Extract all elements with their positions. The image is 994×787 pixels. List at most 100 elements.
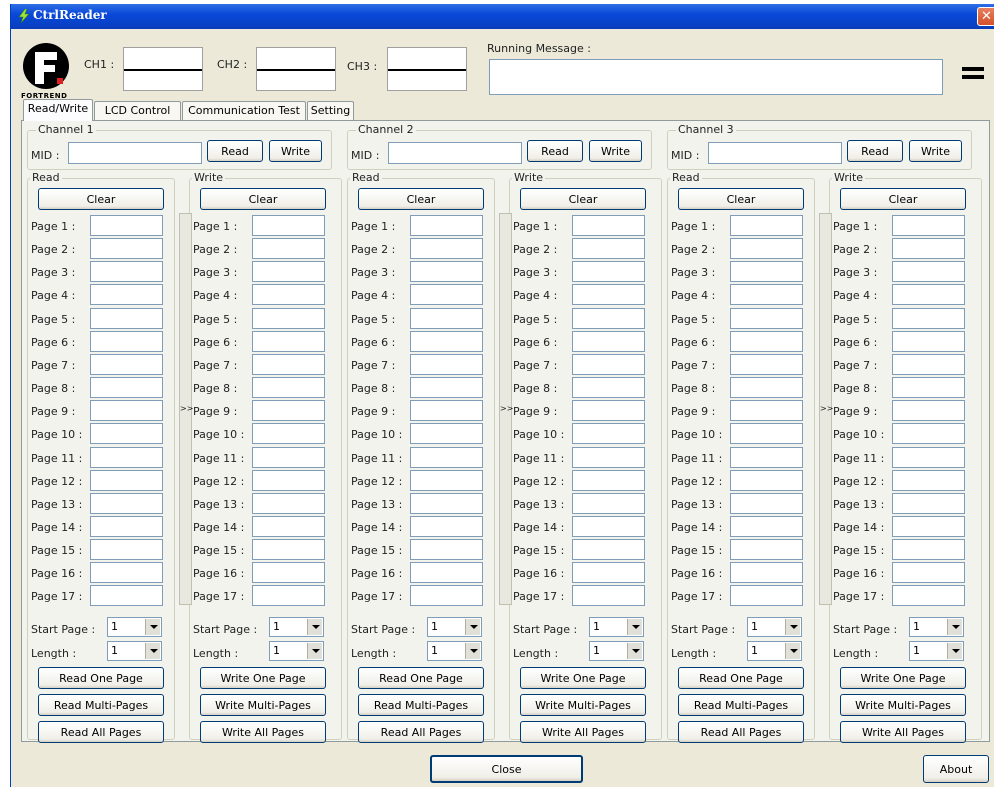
- chevron-down-icon[interactable]: [145, 643, 160, 659]
- channel-3-write-start-page-select[interactable]: 1: [909, 617, 964, 637]
- channel-3-read-page-6-input[interactable]: [730, 330, 803, 352]
- channel-1-read-page-11-input[interactable]: [90, 446, 163, 468]
- channel-1-write-length-select[interactable]: 1: [269, 641, 324, 661]
- channel-1-write-page-11-input[interactable]: [252, 446, 325, 468]
- channel-3-read-one-button[interactable]: Read One Page: [678, 667, 804, 689]
- channel-1-write-page-4-input[interactable]: [252, 284, 325, 306]
- channel-1-read-length-select[interactable]: 1: [107, 641, 162, 661]
- chevron-down-icon[interactable]: [627, 643, 642, 659]
- close-button[interactable]: Close: [430, 755, 583, 783]
- channel-2-read-multi-button[interactable]: Read Multi-Pages: [358, 694, 484, 716]
- channel-3-write-button[interactable]: Write: [909, 140, 962, 162]
- chevron-down-icon[interactable]: [947, 643, 962, 659]
- channel-1-read-page-5-input[interactable]: [90, 307, 163, 329]
- channel-2-write-page-1-input[interactable]: [572, 215, 645, 236]
- channel-1-read-page-3-input[interactable]: [90, 261, 163, 283]
- channel-2-write-page-5-input[interactable]: [572, 307, 645, 329]
- channel-1-read-page-8-input[interactable]: [90, 377, 163, 399]
- chevron-down-icon[interactable]: [307, 619, 322, 635]
- channel-1-read-clear-button[interactable]: Clear: [38, 188, 164, 210]
- channel-3-read-all-button[interactable]: Read All Pages: [678, 721, 804, 743]
- chevron-down-icon[interactable]: [627, 619, 642, 635]
- menu-icon[interactable]: [962, 67, 984, 79]
- channel-2-write-page-15-input[interactable]: [572, 539, 645, 561]
- channel-1-read-start-page-select[interactable]: 1: [107, 617, 162, 637]
- channel-1-write-page-9-input[interactable]: [252, 400, 325, 422]
- channel-2-read-page-13-input[interactable]: [410, 492, 483, 514]
- channel-2-write-page-11-input[interactable]: [572, 446, 645, 468]
- channel-1-read-multi-button[interactable]: Read Multi-Pages: [38, 694, 164, 716]
- channel-1-write-multi-button[interactable]: Write Multi-Pages: [200, 694, 326, 716]
- channel-2-read-clear-button[interactable]: Clear: [358, 188, 484, 210]
- channel-1-write-start-page-select[interactable]: 1: [269, 617, 324, 637]
- about-button[interactable]: About: [923, 755, 989, 783]
- channel-3-write-page-10-input[interactable]: [892, 423, 965, 445]
- channel-3-write-clear-button[interactable]: Clear: [840, 188, 966, 210]
- channel-2-read-page-6-input[interactable]: [410, 330, 483, 352]
- channel-1-read-page-14-input[interactable]: [90, 515, 163, 537]
- channel-3-write-page-15-input[interactable]: [892, 539, 965, 561]
- channel-2-read-page-11-input[interactable]: [410, 446, 483, 468]
- channel-1-write-page-2-input[interactable]: [252, 238, 325, 260]
- channel-3-read-page-7-input[interactable]: [730, 353, 803, 375]
- channel-1-write-clear-button[interactable]: Clear: [200, 188, 326, 210]
- channel-2-read-page-1-input[interactable]: [410, 215, 483, 236]
- chevron-down-icon[interactable]: [785, 619, 800, 635]
- channel-2-read-one-button[interactable]: Read One Page: [358, 667, 484, 689]
- channel-2-write-page-7-input[interactable]: [572, 353, 645, 375]
- title-bar[interactable]: CtrlReader ✕: [11, 4, 994, 29]
- channel-2-read-page-9-input[interactable]: [410, 400, 483, 422]
- channel-3-write-page-17-input[interactable]: [892, 585, 965, 607]
- channel-3-read-button[interactable]: Read: [847, 140, 903, 162]
- channel-2-write-multi-button[interactable]: Write Multi-Pages: [520, 694, 646, 716]
- channel-1-write-page-5-input[interactable]: [252, 307, 325, 329]
- channel-2-write-page-10-input[interactable]: [572, 423, 645, 445]
- channel-1-read-page-17-input[interactable]: [90, 585, 163, 607]
- channel-3-write-page-11-input[interactable]: [892, 446, 965, 468]
- channel-3-write-page-9-input[interactable]: [892, 400, 965, 422]
- channel-3-read-page-3-input[interactable]: [730, 261, 803, 283]
- channel-1-read-page-4-input[interactable]: [90, 284, 163, 306]
- channel-3-read-page-8-input[interactable]: [730, 377, 803, 399]
- channel-1-read-page-13-input[interactable]: [90, 492, 163, 514]
- channel-2-write-button[interactable]: Write: [589, 140, 642, 162]
- channel-3-write-page-12-input[interactable]: [892, 469, 965, 491]
- channel-2-write-page-12-input[interactable]: [572, 469, 645, 491]
- channel-3-write-length-select[interactable]: 1: [909, 641, 964, 661]
- channel-1-read-page-9-input[interactable]: [90, 400, 163, 422]
- channel-2-read-start-page-select[interactable]: 1: [427, 617, 482, 637]
- channel-2-read-page-10-input[interactable]: [410, 423, 483, 445]
- channel-2-read-page-7-input[interactable]: [410, 353, 483, 375]
- channel-2-read-button[interactable]: Read: [527, 140, 583, 162]
- channel-1-read-all-button[interactable]: Read All Pages: [38, 721, 164, 743]
- channel-2-write-page-3-input[interactable]: [572, 261, 645, 283]
- channel-3-write-page-14-input[interactable]: [892, 515, 965, 537]
- channel-1-write-page-10-input[interactable]: [252, 423, 325, 445]
- channel-1-read-button[interactable]: Read: [207, 140, 263, 162]
- chevron-down-icon[interactable]: [465, 619, 480, 635]
- channel-2-read-page-2-input[interactable]: [410, 238, 483, 260]
- channel-1-read-page-10-input[interactable]: [90, 423, 163, 445]
- channel-2-write-page-17-input[interactable]: [572, 585, 645, 607]
- tab-communication-test[interactable]: Communication Test: [182, 101, 306, 120]
- channel-2-write-length-select[interactable]: 1: [589, 641, 644, 661]
- channel-1-write-page-6-input[interactable]: [252, 330, 325, 352]
- channel-2-write-clear-button[interactable]: Clear: [520, 188, 646, 210]
- channel-1-read-page-12-input[interactable]: [90, 469, 163, 491]
- tab-read-write[interactable]: Read/Write: [23, 99, 93, 121]
- channel-2-read-page-5-input[interactable]: [410, 307, 483, 329]
- channel-2-write-page-13-input[interactable]: [572, 492, 645, 514]
- chevron-down-icon[interactable]: [465, 643, 480, 659]
- channel-3-read-clear-button[interactable]: Clear: [678, 188, 804, 210]
- channel-3-write-page-13-input[interactable]: [892, 492, 965, 514]
- channel-2-write-page-8-input[interactable]: [572, 377, 645, 399]
- channel-1-write-page-16-input[interactable]: [252, 562, 325, 584]
- channel-2-write-page-2-input[interactable]: [572, 238, 645, 260]
- channel-1-write-all-button[interactable]: Write All Pages: [200, 721, 326, 743]
- channel-3-write-page-5-input[interactable]: [892, 307, 965, 329]
- channel-1-write-page-1-input[interactable]: [252, 215, 325, 236]
- channel-3-read-multi-button[interactable]: Read Multi-Pages: [678, 694, 804, 716]
- tab-lcd-control[interactable]: LCD Control: [94, 101, 181, 120]
- channel-3-read-page-11-input[interactable]: [730, 446, 803, 468]
- channel-3-write-page-1-input[interactable]: [892, 215, 965, 236]
